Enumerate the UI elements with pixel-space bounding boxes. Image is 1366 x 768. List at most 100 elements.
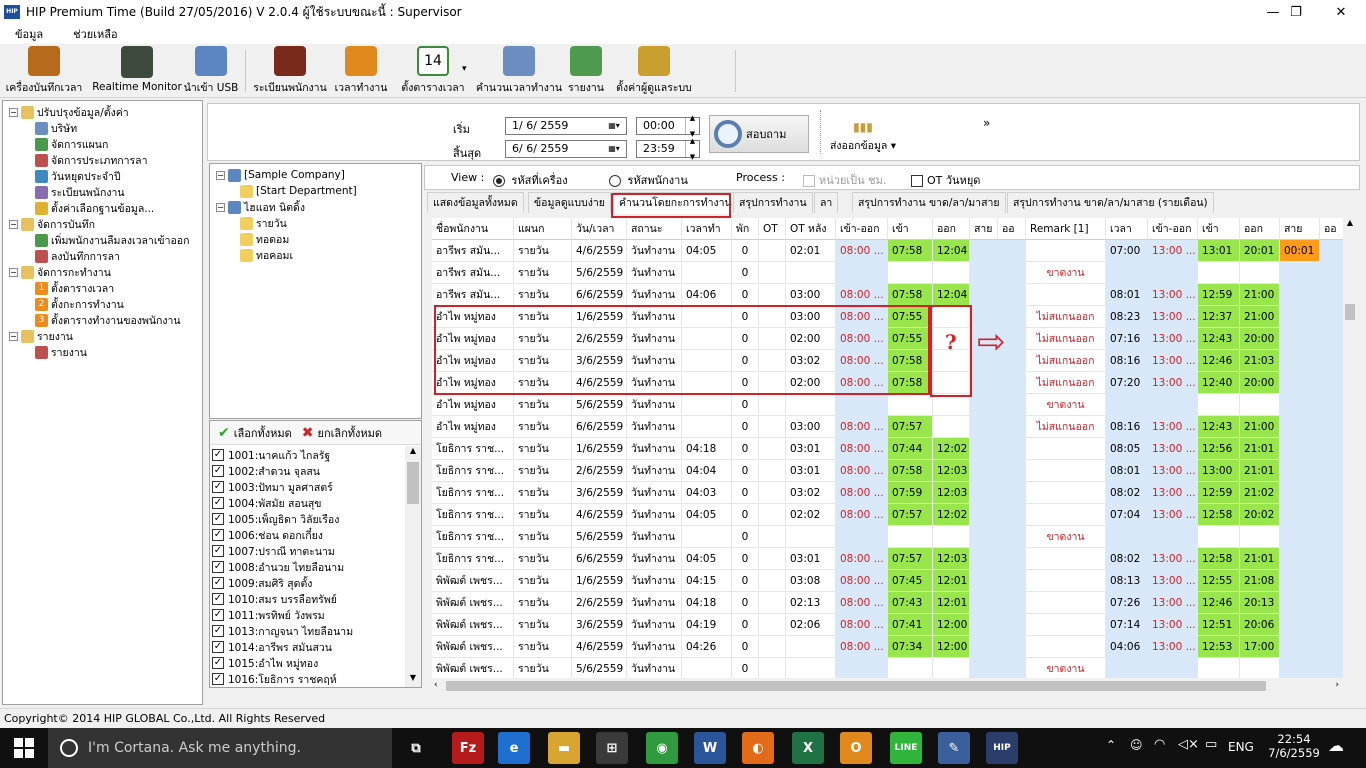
table-row[interactable]: พิพัฒต์ เพชร... รายวัน 2/6/2559 วันทำงาน 04:… (432, 592, 1343, 614)
tab-2[interactable]: คำนวนโดยกะการทำงาน (613, 192, 738, 214)
checkbox-checked-icon[interactable]: ✓ (212, 561, 224, 573)
table-row[interactable]: โยธิการ ราช... รายวัน 1/6/2559 วันทำงาน 04:1… (432, 438, 1343, 460)
toolbar-button-8[interactable]: ตั้งค่าผู้ดูแลระบบ (614, 46, 694, 96)
filezilla-icon[interactable]: Fz (452, 732, 484, 764)
action-center-icon[interactable]: ☁ (1328, 736, 1344, 755)
chrome-icon[interactable]: ◉ (646, 732, 678, 764)
tree-item[interactable]: รายงาน (35, 344, 87, 360)
scroll-thumb[interactable] (407, 462, 419, 504)
table-row[interactable]: อำไพ หมู่ทอง รายวัน 5/6/2559 วันทำงาน 0 ขาดงา… (432, 394, 1343, 416)
checkbox-checked-icon[interactable]: ✓ (212, 577, 224, 589)
table-row[interactable]: อำไพ หมู่ทอง รายวัน 6/6/2559 วันทำงาน 0 03:00… (432, 416, 1343, 438)
table-row[interactable]: โยธิการ ราช... รายวัน 4/6/2559 วันทำงาน 04:0… (432, 504, 1343, 526)
tree-item[interactable]: ลงบันทึกการลา (35, 248, 120, 264)
employee-checkbox-item[interactable]: ✓ 1013:กาญจนา ไทยลือนาม (212, 623, 353, 639)
select-all-button[interactable]: เลือกทั้งหมด (234, 424, 292, 442)
word-icon[interactable]: W (694, 732, 726, 764)
employee-checkbox-item[interactable]: ✓ 1014:อารีพร สมันสวน (212, 639, 332, 655)
spinner-arrows-icon[interactable]: ▲ ▼ (685, 114, 699, 138)
tab-0[interactable]: แสดงข้อมูลทั้งหมด (427, 192, 524, 213)
toolbar-button-1[interactable]: Realtime Monitor (92, 46, 182, 96)
tree-item[interactable]: จัดการแผนก (35, 136, 108, 152)
checkbox-checked-icon[interactable]: ✓ (212, 593, 224, 605)
employee-checkbox-item[interactable]: ✓ 1004:พัสมัย สอนสุข (212, 495, 321, 511)
column-header[interactable]: เข้า (1198, 218, 1240, 240)
store-icon[interactable]: ⊞ (596, 732, 628, 764)
calendar-dropdown-icon[interactable]: ▦▾ (602, 118, 626, 134)
collapse-icon[interactable]: − (9, 267, 18, 277)
grid-vertical-scrollbar[interactable]: ▲ (1343, 218, 1357, 678)
edge-icon[interactable]: e (498, 732, 530, 764)
tree-item[interactable]: เพิ่มพนักงานลืมลงเวลาเข้าออก (35, 232, 189, 248)
hip-time-icon[interactable]: HIP (986, 732, 1018, 764)
radio-employee-code[interactable]: รหัสพนักงาน (609, 171, 688, 189)
column-header[interactable]: เข้า-ออก (836, 218, 888, 240)
tree-item[interactable]: จัดการประเภทการลา (35, 152, 147, 168)
volume-icon[interactable]: ◁× (1178, 737, 1199, 752)
collapse-icon[interactable]: − (216, 170, 225, 180)
table-row[interactable]: อารีพร สมัน... รายวัน 4/6/2559 วันทำงาน 04:0… (432, 240, 1343, 262)
excel-icon[interactable]: X (792, 732, 824, 764)
collapse-icon[interactable]: − (9, 219, 18, 229)
scroll-left-icon[interactable]: ‹ (434, 680, 438, 690)
toolbar-button-7[interactable]: รายงาน (568, 46, 604, 96)
calendar-dropdown-icon[interactable]: ▦▾ (602, 141, 626, 157)
column-header[interactable]: เข้า-ออก (1148, 218, 1198, 240)
ot-holiday-checkbox[interactable]: OT วันหยุด (911, 171, 980, 189)
spinner-arrows-icon[interactable]: ▲ ▼ (685, 137, 699, 161)
checkbox-checked-icon[interactable]: ✓ (212, 673, 224, 685)
export-button[interactable]: ▮▮▮ ส่งออกข้อมูล ▾ (830, 120, 896, 154)
tab-5[interactable]: สรุปการทำงาน ขาด/ลา/มาสาย (852, 192, 1006, 213)
start-date-picker[interactable]: 1/ 6/ 2559 ▦▾ (505, 117, 627, 135)
collapse-icon[interactable]: − (216, 202, 225, 212)
table-row[interactable]: อำไพ หมู่ทอง รายวัน 3/6/2559 วันทำงาน 0 03:02… (432, 350, 1343, 372)
table-row[interactable]: อำไพ หมู่ทอง รายวัน 4/6/2559 วันทำงาน 0 02:00… (432, 372, 1343, 394)
checkbox-checked-icon[interactable]: ✓ (212, 641, 224, 653)
clock[interactable]: 22:54 7/6/2559 (1266, 732, 1322, 760)
column-header[interactable]: สาย (970, 218, 998, 240)
column-header[interactable]: ชื่อพนักงาน (432, 218, 514, 240)
scroll-thumb[interactable] (1345, 304, 1355, 320)
task-view-icon[interactable]: ⧉ (400, 732, 432, 764)
employee-list-scrollbar[interactable]: ▲ ▼ (405, 446, 421, 687)
scroll-down-icon[interactable]: ▼ (405, 673, 421, 687)
line-icon[interactable]: LINE (890, 732, 922, 764)
tree-item[interactable]: − จัดการกะทำงาน (9, 264, 111, 280)
column-header[interactable]: เวลา (1106, 218, 1148, 240)
table-row[interactable]: พิพัฒต์ เพชร... รายวัน 3/6/2559 วันทำงาน 04:… (432, 614, 1343, 636)
company-tree-item[interactable]: ทอดอม (240, 231, 289, 247)
toolbar-button-5[interactable]: 14 ตั้งตารางเวลา (396, 46, 470, 96)
firefox-icon[interactable]: ◐ (742, 732, 774, 764)
employee-checkbox-item[interactable]: ✓ 1011:พรทิพย์ วังพรม (212, 607, 325, 623)
column-header[interactable]: เข้า (888, 218, 933, 240)
employee-checkbox-item[interactable]: ✓ 1016:โยธิการ ราชคฤห์ (212, 671, 337, 687)
company-tree-item[interactable]: − [Sample Company] (216, 167, 345, 183)
checkbox-checked-icon[interactable]: ✓ (212, 657, 224, 669)
company-tree-item[interactable]: − ไฮแอท นิตดิ้ง (216, 199, 305, 215)
people-tray-icon[interactable]: ☺ (1130, 738, 1143, 752)
employee-checkbox-item[interactable]: ✓ 1003:ปัทมา มูลศาสตร์ (212, 479, 333, 495)
employee-checkbox-item[interactable]: ✓ 1009:สมศิริ สุดตั้ง (212, 575, 312, 591)
tab-6[interactable]: สรุปการทำงาน ขาด/ลา/มาสาย (รายเดือน) (1007, 192, 1214, 213)
column-header[interactable]: ออก (933, 218, 970, 240)
checkbox-checked-icon[interactable]: ✓ (212, 513, 224, 525)
cortana-search-box[interactable]: I'm Cortana. Ask me anything. (48, 728, 392, 768)
tab-4[interactable]: ลา (814, 192, 839, 213)
company-tree-item[interactable]: รายวัน (240, 215, 287, 231)
column-header[interactable]: Remark [1] (1026, 218, 1106, 240)
column-header[interactable]: สถานะ (627, 218, 682, 240)
outlook-icon[interactable]: O (840, 732, 872, 764)
column-header[interactable]: ออ (998, 218, 1026, 240)
company-tree-item[interactable]: [Start Department] (240, 183, 357, 199)
toolbar-button-4[interactable]: เวลาทำงาน (334, 46, 388, 96)
toolbar-button-0[interactable]: เครื่องบันทึกเวลา (2, 46, 86, 96)
employee-checkbox-item[interactable]: ✓ 1015:อำไพ หมู่ทอง (212, 655, 318, 671)
tree-item[interactable]: 1 ตั้งตารางเวลา (35, 280, 114, 296)
tree-item[interactable]: วันหยุดประจำปี (35, 168, 121, 184)
tree-item[interactable]: ระเบียนพนักงาน (35, 184, 125, 200)
table-row[interactable]: พิพัฒต์ เพชร... รายวัน 5/6/2559 วันทำงาน 0 ขา… (432, 658, 1343, 678)
table-row[interactable]: อารีพร สมัน... รายวัน 5/6/2559 วันทำงาน 0 ขาด… (432, 262, 1343, 284)
table-row[interactable]: อารีพร สมัน... รายวัน 6/6/2559 วันทำงาน 04:0… (432, 284, 1343, 306)
column-header[interactable]: ออ (1320, 218, 1343, 240)
close-icon[interactable]: ✕ (1318, 0, 1364, 24)
